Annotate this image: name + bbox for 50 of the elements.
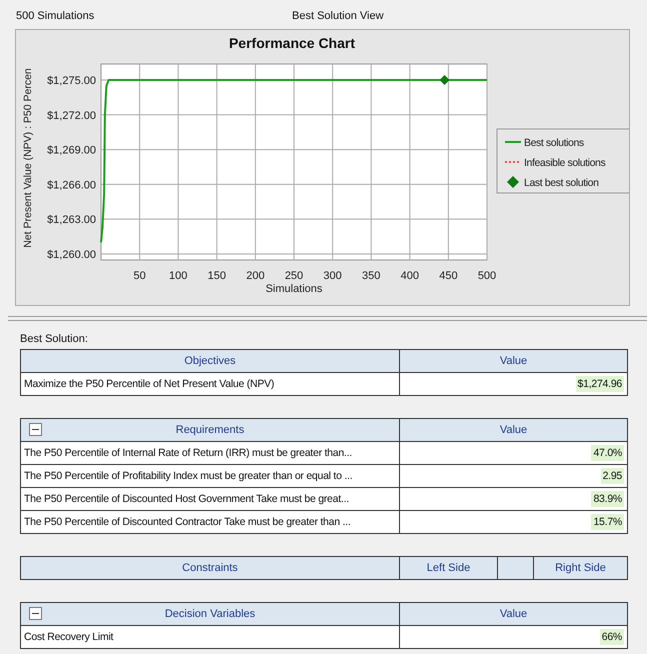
x-tick-label: 300 — [323, 270, 342, 282]
legend-label: Best solutions — [524, 137, 584, 149]
table-cell: The P50 Percentile of Internal Rate of Return (IRR) must be greater than... — [21, 442, 400, 464]
column-header: Value — [400, 419, 627, 441]
x-tick-label: 50 — [133, 270, 146, 282]
x-tick-label: 250 — [284, 270, 304, 282]
column-header-label: Objectives — [184, 355, 236, 367]
y-axis-title: Net Present Value (NPV) : P50 Percen — [22, 68, 34, 248]
view-title: Best Solution View — [292, 10, 384, 22]
collapse-toggle-icon[interactable] — [29, 607, 42, 620]
collapse-toggle-icon[interactable] — [29, 423, 42, 436]
column-header: Value — [400, 603, 627, 625]
column-header-label: Decision Variables — [164, 608, 256, 620]
value-cell: 47.0% — [591, 445, 624, 461]
column-header: Left Side — [400, 557, 498, 579]
y-tick-label: $1,272.00 — [47, 110, 96, 122]
x-tick-label: 450 — [439, 270, 458, 282]
column-header: Constraints — [21, 557, 400, 579]
x-tick-label: 200 — [246, 270, 265, 282]
y-tick-label: $1,260.00 — [47, 248, 96, 261]
value-cell: 15.7% — [591, 514, 624, 530]
y-tick-label: $1,275.00 — [47, 75, 96, 87]
legend-label: Infeasible solutions — [524, 157, 606, 169]
x-tick-label: 500 — [478, 270, 496, 282]
value-cell: 2.95 — [600, 468, 624, 484]
simulation-count: 500 Simulations — [16, 10, 94, 22]
x-tick-label: 350 — [362, 270, 380, 282]
y-tick-label: $1,263.00 — [47, 214, 96, 226]
table-cell: The P50 Percentile of Discounted Contractor Take must be greater than ... — [21, 511, 400, 533]
table-cell: The P50 Percentile of Discounted Host Government Take must be great... — [21, 488, 400, 510]
legend-label: Last best solution — [524, 177, 599, 189]
x-tick-label: 100 — [169, 270, 188, 282]
value-cell: $1,274.96 — [576, 376, 624, 392]
legend-line-icon — [505, 141, 521, 143]
legend-diamond-icon — [507, 176, 519, 188]
x-axis-title: Simulations — [266, 283, 322, 295]
y-tick-label: $1,266.00 — [47, 179, 96, 192]
column-header: Value — [400, 350, 627, 372]
x-tick-label: 150 — [208, 270, 226, 282]
x-tick-label: 400 — [400, 270, 419, 282]
value-cell: 83.9% — [591, 491, 624, 507]
column-header-label: Requirements — [176, 424, 244, 436]
table-cell: Cost Recovery Limit — [21, 626, 400, 648]
table-cell: The P50 Percentile of Profitability Index must be greater than or equal to ... — [21, 465, 400, 487]
value-cell: 66% — [600, 629, 624, 645]
y-tick-label: $1,269.00 — [47, 144, 96, 157]
table-cell: Maximize the P50 Percentile of Net Present Value (NPV) — [21, 373, 400, 395]
section-label: Best Solution: — [19, 332, 89, 347]
column-header: Right Side — [534, 557, 627, 579]
chart-title: Performance Chart — [228, 35, 356, 51]
